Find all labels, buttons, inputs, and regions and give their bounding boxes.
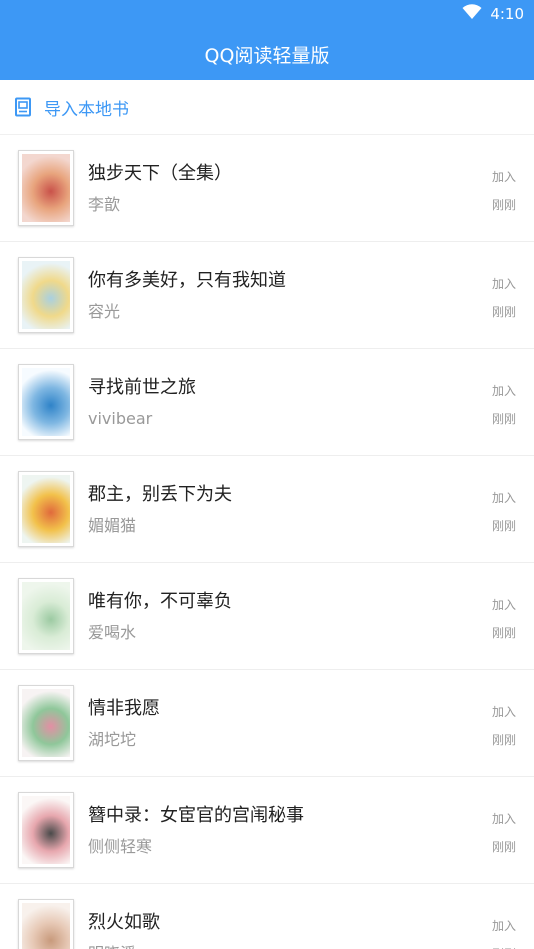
book-list-item[interactable]: 独步天下（全集） 李歆 加入刚刚 <box>0 135 534 242</box>
book-author: 李歆 <box>88 194 121 214</box>
book-cover <box>18 150 74 226</box>
book-info: 独步天下（全集） 李歆 <box>88 162 492 215</box>
book-list-item[interactable]: 寻找前世之旅 vivibear 加入刚刚 <box>0 349 534 456</box>
status-time: 4:10 <box>490 5 524 23</box>
book-title: 寻找前世之旅 <box>88 376 196 398</box>
book-cover <box>18 899 74 949</box>
added-time: 刚刚 <box>491 411 516 426</box>
book-added-meta: 加入刚刚 <box>492 168 516 213</box>
book-author: vivibear <box>88 408 153 428</box>
added-label: 加入 <box>491 918 516 933</box>
book-info: 你有多美好，只有我知道 容光 <box>88 269 492 322</box>
added-label: 加入 <box>491 704 516 719</box>
book-cover <box>18 257 74 333</box>
book-list-item[interactable]: 烈火如歌明晓溪加入刚刚 <box>0 884 534 949</box>
added-label: 加入 <box>491 169 516 184</box>
book-list-item[interactable]: 情非我愿 湖坨坨 加入 刚刚 <box>0 670 534 777</box>
book-cover <box>18 578 74 654</box>
book-added-meta: 加入刚刚 <box>492 382 516 427</box>
book-author: 明晓溪 <box>88 944 492 949</box>
book-author: 爱喝水 <box>88 622 137 642</box>
book-title: 你有多美好，只有我知道 <box>88 269 286 291</box>
wifi-icon <box>462 4 482 24</box>
import-label: 导入本地书 <box>44 99 129 120</box>
status-bar: 4:10 <box>0 0 534 28</box>
added-time: 刚刚 <box>491 839 516 854</box>
book-list-item[interactable]: 你有多美好，只有我知道 容光 加入 刚刚 <box>0 242 534 349</box>
book-title: 情非我愿 <box>88 697 160 719</box>
book-title: 唯有你，不可辜负 <box>88 590 232 612</box>
book-list-item[interactable]: 簪中录：女宦官的宫闱秘事 侧侧轻寒 加入 刚刚 <box>0 777 534 884</box>
book-info: 烈火如歌明晓溪 <box>88 911 492 949</box>
book-info: 簪中录：女宦官的宫闱秘事 侧侧轻寒 <box>88 804 492 857</box>
import-local-book-button[interactable]: 导入本地书 <box>0 80 534 135</box>
book-info: 寻找前世之旅 vivibear <box>88 376 492 429</box>
book-author: 湖坨坨 <box>88 729 137 749</box>
book-cover <box>18 792 74 868</box>
book-list-item[interactable]: 郡主，别丢下为夫 媚媚猫 加入 刚刚 <box>0 456 534 563</box>
app-bar: QQ阅读轻量版 <box>0 28 534 80</box>
book-title: 烈火如歌 <box>88 911 160 933</box>
book-author: 侧侧轻寒 <box>88 836 153 856</box>
app-title: QQ阅读轻量版 <box>204 44 330 67</box>
book-added-meta: 加入刚刚 <box>492 810 516 855</box>
book-added-meta: 加入刚刚 <box>492 703 516 748</box>
book-added-meta: 加入刚刚 <box>492 489 516 534</box>
book-info: 情非我愿 湖坨坨 <box>88 697 492 750</box>
book-title: 郡主，别丢下为夫 <box>88 483 232 505</box>
added-time: 刚刚 <box>491 518 516 533</box>
book-title: 簪中录：女宦官的宫闱秘事 <box>88 804 304 826</box>
added-label: 加入 <box>491 490 516 505</box>
book-info: 唯有你，不可辜负 爱喝水 <box>88 590 492 643</box>
added-label: 加入 <box>491 383 516 398</box>
book-info: 郡主，别丢下为夫 媚媚猫 <box>88 483 492 536</box>
book-added-meta: 加入刚刚 <box>492 596 516 641</box>
book-author: 媚媚猫 <box>88 515 137 535</box>
book-added-meta: 加入刚刚 <box>492 275 516 320</box>
book-title: 独步天下（全集） <box>88 162 232 184</box>
added-time: 刚刚 <box>491 732 516 747</box>
added-label: 加入 <box>491 597 516 612</box>
book-list-item[interactable]: 唯有你，不可辜负 爱喝水 加入 刚刚 <box>0 563 534 670</box>
added-time: 刚刚 <box>491 197 516 212</box>
book-cover <box>18 364 74 440</box>
added-label: 加入 <box>491 276 516 291</box>
added-time: 刚刚 <box>491 304 516 319</box>
book-cover <box>18 685 74 761</box>
book-author: 容光 <box>88 301 121 321</box>
book-added-meta: 加入刚刚 <box>492 917 516 949</box>
added-time: 刚刚 <box>492 945 516 949</box>
added-label: 加入 <box>491 811 516 826</box>
book-list: 独步天下（全集） 李歆 加入 刚刚 你有多美好，只有我知道 容光 加入 刚刚 寻找前世之旅 viv… <box>0 135 534 949</box>
added-time: 刚刚 <box>491 625 516 640</box>
import-file-icon <box>14 97 32 117</box>
book-cover <box>18 471 74 547</box>
